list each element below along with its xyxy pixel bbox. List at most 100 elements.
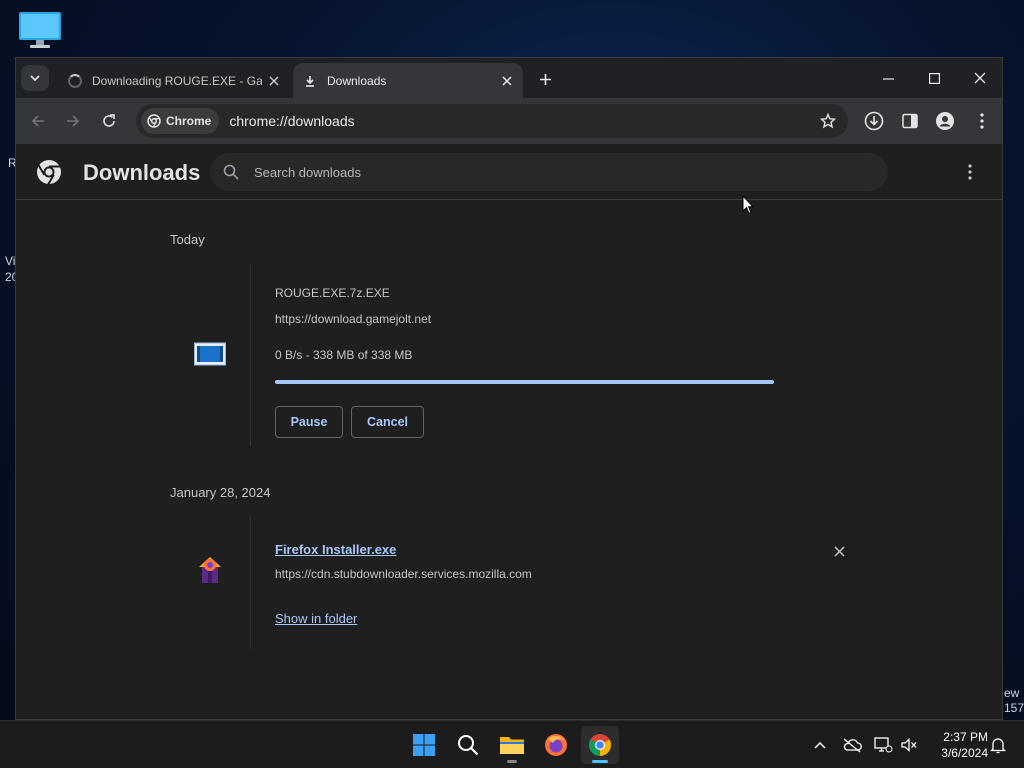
download-icon: [303, 74, 317, 88]
pause-button[interactable]: Pause: [275, 406, 343, 438]
mouse-cursor-icon: [742, 194, 755, 220]
start-button[interactable]: [405, 726, 443, 764]
address-bar[interactable]: Chrome chrome://downloads: [136, 104, 848, 138]
desktop-fragment: 157: [1004, 701, 1024, 715]
downloads-header: Downloads: [16, 144, 1002, 200]
search-icon: [222, 163, 240, 181]
search-input[interactable]: [254, 157, 888, 187]
chrome-logo-icon: [147, 114, 161, 128]
network-icon[interactable]: [873, 735, 893, 755]
downloads-toolbar-button[interactable]: [860, 107, 888, 135]
side-panel-button[interactable]: [896, 107, 924, 135]
cancel-button[interactable]: Cancel: [351, 406, 424, 438]
date-header-today: Today: [170, 232, 205, 247]
bell-icon: [990, 738, 1006, 754]
tab-gamejolt[interactable]: Downloading ROUGE.EXE - GameJolt: [58, 63, 290, 98]
minimize-button[interactable]: [868, 64, 908, 92]
show-hidden-icons-button[interactable]: [810, 735, 830, 755]
tab-downloads[interactable]: Downloads: [293, 63, 523, 98]
close-icon: [502, 75, 512, 86]
arrow-right-icon: [67, 115, 80, 127]
chevron-down-icon: [30, 75, 40, 82]
reload-button[interactable]: [95, 107, 123, 135]
download-source-url: https://download.gamejolt.net: [275, 312, 432, 326]
chevron-up-icon: [814, 741, 826, 749]
firefox-icon: [545, 734, 567, 756]
firefox-installer-icon: [194, 553, 226, 585]
download-item-rouge: ROUGE.EXE.7z.EXE https://download.gamejo…: [170, 264, 850, 446]
forward-button[interactable]: [59, 107, 87, 135]
loading-spinner-icon: [68, 73, 82, 88]
close-window-button[interactable]: [960, 64, 1000, 92]
profile-icon: [936, 112, 954, 130]
chrome-taskbar-button[interactable]: [581, 726, 619, 764]
search-icon: [458, 735, 479, 756]
side-panel-icon: [902, 113, 918, 129]
exe-file-icon: [194, 338, 226, 370]
volume-muted-icon[interactable]: [899, 735, 919, 755]
running-indicator: [592, 760, 608, 763]
chrome-logo-icon: [36, 159, 62, 185]
download-filename-link[interactable]: Firefox Installer.exe: [275, 542, 396, 557]
tab-search-button[interactable]: [21, 65, 49, 91]
profile-button[interactable]: [931, 107, 959, 135]
taskbar-search-button[interactable]: [449, 726, 487, 764]
downloads-menu-button[interactable]: [956, 158, 984, 186]
download-circle-icon: [864, 111, 884, 131]
back-button[interactable]: [24, 107, 52, 135]
chrome-menu-button[interactable]: [968, 107, 996, 135]
folder-icon: [500, 737, 524, 754]
tab-close-button[interactable]: [262, 69, 286, 93]
clock-time: 2:37 PM: [943, 730, 988, 744]
url-text: chrome://downloads: [229, 113, 355, 129]
divider: [250, 517, 251, 649]
close-icon: [974, 72, 986, 84]
more-vertical-icon: [968, 164, 972, 180]
notifications-button[interactable]: [988, 735, 1008, 755]
site-chip-label: Chrome: [166, 114, 212, 128]
show-in-folder-link[interactable]: Show in folder: [275, 611, 357, 626]
file-explorer-button[interactable]: [493, 726, 531, 764]
download-progress-bar: [275, 380, 774, 384]
arrow-left-icon: [31, 115, 44, 127]
chrome-icon: [589, 734, 611, 756]
divider: [250, 264, 251, 446]
download-item-firefox: Firefox Installer.exe https://cdn.stubdo…: [170, 517, 850, 649]
maximize-icon: [928, 72, 940, 84]
desktop-fragment: Vi: [5, 254, 16, 268]
minimize-icon: [882, 77, 894, 80]
desktop-monitor-icon[interactable]: [18, 10, 62, 50]
download-status: 0 B/s - 338 MB of 338 MB: [275, 348, 413, 362]
firefox-button[interactable]: [537, 726, 575, 764]
reload-icon: [103, 114, 115, 127]
running-indicator: [507, 760, 517, 763]
download-source-url: https://cdn.stubdownloader.services.mozi…: [275, 567, 532, 581]
search-downloads-box[interactable]: [210, 153, 888, 191]
browser-toolbar: Chrome chrome://downloads: [16, 98, 1002, 144]
new-tab-button[interactable]: [532, 66, 558, 92]
desktop-fragment: ew: [1004, 686, 1020, 700]
tab-title: Downloads: [327, 73, 387, 88]
onedrive-offline-icon[interactable]: [842, 735, 862, 755]
page-title: Downloads: [83, 160, 201, 185]
chrome-window: Downloading ROUGE.EXE - GameJolt Downloa…: [15, 57, 1003, 720]
maximize-button[interactable]: [914, 64, 954, 92]
date-header-jan-28: January 28, 2024: [170, 485, 271, 500]
tab-title: Downloading ROUGE.EXE - GameJolt: [92, 73, 262, 88]
remove-from-list-button[interactable]: [829, 541, 849, 561]
site-chip[interactable]: Chrome: [141, 108, 220, 134]
taskbar-clock[interactable]: 2:37 PM 3/6/2024: [924, 729, 988, 761]
downloads-page: Downloads Today ROUGE.EXE.7z.EXE https:/…: [16, 144, 1002, 719]
download-progress-fill: [275, 380, 774, 384]
bookmark-star-button[interactable]: [816, 109, 840, 133]
tab-close-button[interactable]: [495, 69, 519, 93]
download-filename: ROUGE.EXE.7z.EXE: [275, 286, 390, 300]
close-icon: [269, 75, 279, 86]
close-icon: [833, 545, 845, 557]
plus-icon: [539, 73, 551, 85]
taskbar: 2:37 PM 3/6/2024: [0, 720, 1024, 768]
windows-logo-icon: [413, 734, 435, 756]
more-vertical-icon: [980, 113, 984, 129]
clock-date: 3/6/2024: [941, 746, 988, 760]
star-icon: [820, 113, 836, 129]
